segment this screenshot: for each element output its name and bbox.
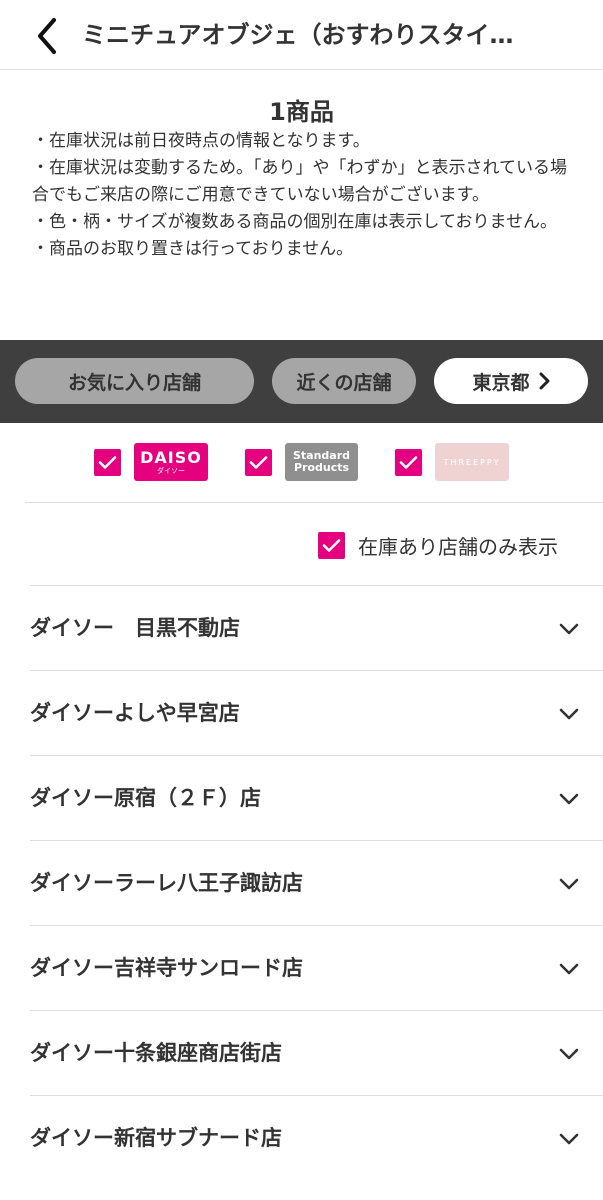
threeppy-logo-text: THREEPPY bbox=[443, 457, 501, 467]
brand-daiso: DAISO ダイソー bbox=[94, 443, 208, 481]
checkmark-icon bbox=[399, 455, 418, 469]
store-row[interactable]: ダイソーラーレ八王子諏訪店 bbox=[30, 840, 603, 925]
brand-threeppy: THREEPPY bbox=[395, 443, 509, 481]
divider bbox=[25, 502, 603, 503]
notice-text: ・在庫状況は前日夜時点の情報となります。 ・在庫状況は変動するため。「あり」や「… bbox=[32, 128, 577, 263]
brand-threeppy-checkbox[interactable] bbox=[395, 448, 422, 476]
checkmark-icon bbox=[249, 455, 268, 469]
threeppy-logo: THREEPPY bbox=[435, 443, 509, 481]
store-name: ダイソーラーレ八王子諏訪店 bbox=[30, 871, 303, 895]
store-filter-bar: お気に入り店舗 近くの店舗 東京都 bbox=[0, 340, 603, 423]
notice-line: ・色・柄・サイズが複数ある商品の個別在庫は表示しておりません。 bbox=[32, 212, 557, 232]
back-button[interactable] bbox=[30, 16, 66, 56]
product-count: 1商品 bbox=[269, 98, 334, 126]
page-title: ミニチュアオブジェ（おすわりスタイ… bbox=[82, 21, 514, 49]
notice-line: ・商品のお取り置きは行っておりません。 bbox=[32, 239, 354, 259]
store-row[interactable]: ダイソー 目黒不動店 bbox=[30, 585, 603, 670]
chevron-down-icon bbox=[559, 708, 579, 720]
store-row[interactable]: ダイソー十条銀座商店街店 bbox=[30, 1010, 603, 1095]
store-name: ダイソー 目黒不動店 bbox=[30, 616, 240, 640]
store-name: ダイソー新宿サブナード店 bbox=[30, 1126, 282, 1150]
favorite-stores-label: お気に入り店舗 bbox=[67, 371, 201, 394]
store-row[interactable]: ダイソー原宿（２Ｆ）店 bbox=[30, 755, 603, 840]
favorite-stores-button[interactable]: お気に入り店舗 bbox=[15, 358, 254, 404]
instock-only-checkbox[interactable] bbox=[318, 531, 345, 559]
daiso-logo-subtext: ダイソー bbox=[157, 466, 185, 475]
daiso-logo: DAISO ダイソー bbox=[134, 443, 208, 481]
chevron-down-icon bbox=[559, 1048, 579, 1060]
chevron-right-icon bbox=[539, 372, 549, 390]
nearby-stores-button[interactable]: 近くの店舗 bbox=[272, 358, 416, 404]
store-list: ダイソー 目黒不動店 ダイソーよしや早宮店 ダイソー原宿（２Ｆ）店 ダイソーラー… bbox=[30, 585, 603, 1180]
chevron-down-icon bbox=[559, 623, 579, 635]
store-name: ダイソー十条銀座商店街店 bbox=[30, 1041, 282, 1065]
standard-products-logo: Standard Products bbox=[285, 443, 358, 481]
checkmark-icon bbox=[322, 538, 341, 552]
chevron-down-icon bbox=[559, 878, 579, 890]
instock-only-label: 在庫あり店舗のみ表示 bbox=[358, 534, 558, 559]
nearby-stores-label: 近くの店舗 bbox=[296, 371, 392, 394]
chevron-down-icon bbox=[559, 1133, 579, 1145]
store-row[interactable]: ダイソーよしや早宮店 bbox=[30, 670, 603, 755]
store-name: ダイソー吉祥寺サンロード店 bbox=[30, 956, 303, 980]
brand-standard-products: Standard Products bbox=[245, 443, 358, 481]
checkmark-icon bbox=[98, 455, 117, 469]
chevron-down-icon bbox=[559, 793, 579, 805]
notice-line: ・在庫状況は前日夜時点の情報となります。 bbox=[32, 131, 370, 151]
brand-standard-products-checkbox[interactable] bbox=[245, 448, 272, 476]
brand-daiso-checkbox[interactable] bbox=[94, 448, 121, 476]
daiso-logo-text: DAISO bbox=[140, 447, 202, 467]
instock-only-toggle[interactable]: 在庫あり店舗のみ表示 bbox=[318, 530, 558, 560]
app-header: ミニチュアオブジェ（おすわりスタイ… bbox=[0, 0, 603, 70]
store-name: ダイソーよしや早宮店 bbox=[30, 701, 240, 725]
chevron-down-icon bbox=[559, 963, 579, 975]
store-name: ダイソー原宿（２Ｆ）店 bbox=[30, 786, 261, 810]
chevron-left-icon bbox=[38, 18, 56, 54]
store-row[interactable]: ダイソー吉祥寺サンロード店 bbox=[30, 925, 603, 1010]
prefecture-label: 東京都 bbox=[472, 371, 530, 394]
brand-filter: DAISO ダイソー Standard Products THREEPPY bbox=[0, 423, 603, 503]
standard-products-logo-line2: Products bbox=[293, 461, 350, 474]
notice-line: ・在庫状況は変動するため。「あり」や「わずか」と表示されている場合でもご来店の際… bbox=[32, 158, 567, 205]
store-row[interactable]: ダイソー新宿サブナード店 bbox=[30, 1095, 603, 1180]
stock-notice: 1商品 ・在庫状況は前日夜時点の情報となります。 ・在庫状況は変動するため。「あ… bbox=[0, 70, 603, 340]
prefecture-select-button[interactable]: 東京都 bbox=[434, 358, 588, 404]
